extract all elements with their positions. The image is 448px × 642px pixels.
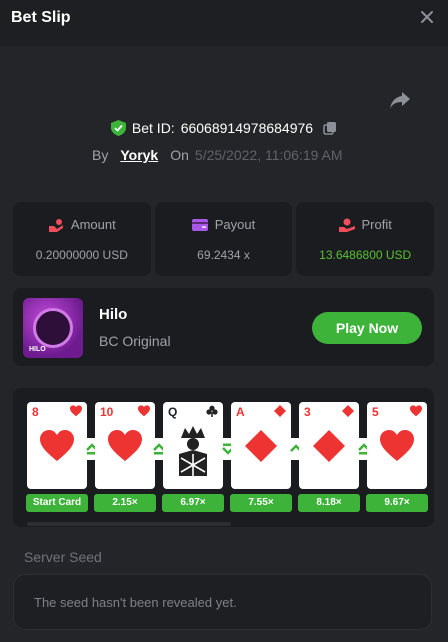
- stat-profit: Profit 13.6486800 USD: [296, 202, 435, 276]
- bet-id-row: Bet ID: 66068914978684976: [0, 120, 448, 136]
- profit-icon: [338, 218, 355, 232]
- bet-id-label: Bet ID:: [131, 120, 175, 136]
- card-rank: A: [236, 405, 245, 419]
- card-multiplier: 6.97×: [162, 494, 224, 512]
- card-rank: 3: [304, 405, 311, 419]
- stat-amount-value: 0.20000000 USD: [35, 248, 128, 262]
- card-multiplier: 2.15×: [94, 494, 156, 512]
- bet-id-value: 66068914978684976: [180, 120, 314, 136]
- game-name: Hilo: [99, 306, 128, 323]
- card-multiplier: 7.55×: [230, 494, 292, 512]
- heart-icon: [138, 405, 150, 417]
- bet-author-row: By Yoryk On 5/25/2022, 11:06:19 AM: [92, 147, 343, 163]
- heart-icon: [70, 405, 82, 417]
- card-rank: 5: [372, 405, 379, 419]
- payout-icon: [191, 218, 208, 231]
- card-ace-diamonds: A: [231, 402, 291, 489]
- by-label: By: [92, 147, 109, 163]
- game-subtitle: BC Original: [99, 333, 171, 349]
- verified-shield-icon: [110, 120, 126, 136]
- stat-payout: Payout 69.2434 x: [154, 202, 293, 276]
- card-3-diamonds: 3: [299, 402, 359, 489]
- heart-icon: [40, 430, 74, 461]
- card-multiplier: Start Card: [26, 494, 88, 512]
- heart-icon: [410, 405, 422, 417]
- cards-history: 8 Start Card 10 2.15× Q 6.97× A 7.55× 3 …: [13, 388, 434, 527]
- copy-icon[interactable]: [323, 121, 337, 135]
- card-10-hearts: 10: [95, 402, 155, 489]
- close-icon[interactable]: [420, 10, 434, 24]
- stat-payout-value: 69.2434 x: [197, 248, 250, 262]
- header: Bet Slip: [0, 0, 448, 46]
- game-thumbnail: HILO: [23, 298, 83, 358]
- bet-stats: Amount 0.20000000 USD Payout 69.2434 x P…: [13, 202, 435, 276]
- diamond-icon: [342, 405, 354, 417]
- heart-icon: [108, 430, 142, 461]
- share-icon[interactable]: [389, 90, 411, 110]
- server-seed-value: The seed hasn't been revealed yet.: [34, 595, 237, 610]
- server-seed-field: The seed hasn't been revealed yet.: [13, 574, 432, 630]
- diamond-icon: [274, 405, 286, 417]
- amount-icon: [48, 218, 63, 232]
- diamond-icon: [313, 430, 345, 462]
- game-thumbnail-text: HILO: [29, 346, 46, 353]
- diamond-icon: [245, 430, 277, 462]
- game-card: HILO Hilo BC Original Play Now: [13, 288, 434, 366]
- card-queen-clubs: Q: [163, 402, 223, 489]
- card-rank: 10: [100, 405, 114, 419]
- card-8-hearts: 8: [27, 402, 87, 489]
- server-seed-label: Server Seed: [24, 549, 102, 565]
- stat-payout-label: Payout: [214, 217, 256, 232]
- bet-date: 5/25/2022, 11:06:19 AM: [194, 147, 343, 163]
- stat-amount: Amount 0.20000000 USD: [13, 202, 151, 276]
- card-rank: Q: [168, 405, 178, 419]
- stat-profit-value: 13.6486800 USD: [319, 248, 412, 262]
- card-multiplier: 9.67×: [366, 494, 428, 512]
- page-title: Bet Slip: [11, 9, 71, 26]
- stat-profit-label: Profit: [361, 217, 392, 232]
- stat-amount-label: Amount: [70, 217, 116, 232]
- play-now-button[interactable]: Play Now: [312, 312, 422, 344]
- queen-figure-icon: [179, 426, 207, 476]
- card-multiplier: 8.18×: [298, 494, 360, 512]
- username-link[interactable]: Yoryk: [120, 147, 158, 163]
- card-5-hearts: 5: [367, 402, 427, 489]
- club-icon: [206, 405, 218, 417]
- card-rank: 8: [32, 405, 39, 419]
- cards-scrollbar[interactable]: [27, 522, 231, 526]
- on-label: On: [170, 147, 189, 163]
- heart-icon: [380, 430, 414, 461]
